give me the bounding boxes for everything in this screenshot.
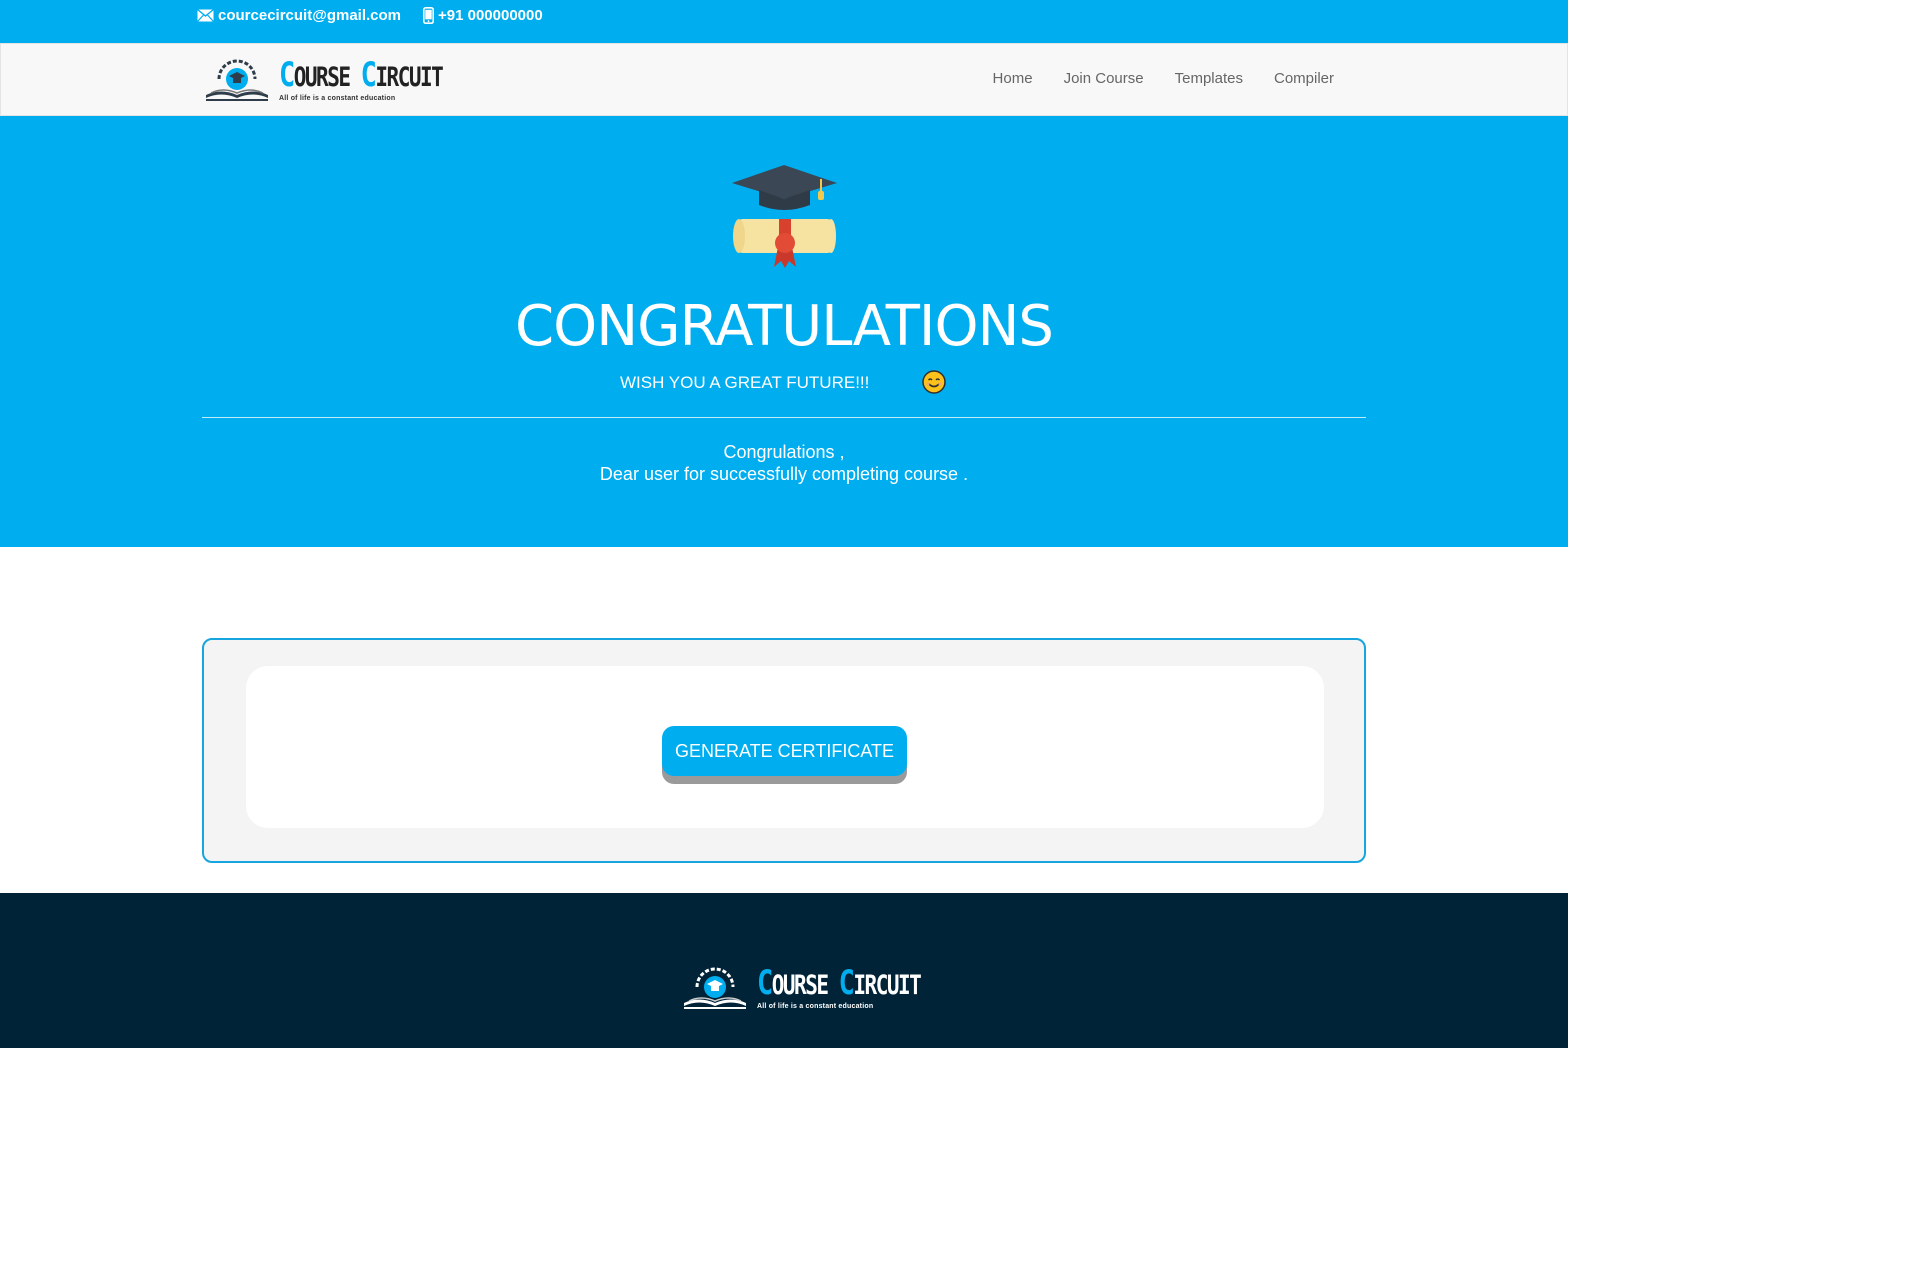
hero-message-line-2: Dear user for successfully completing co… (599, 464, 969, 484)
site-logo[interactable]: COURSE CIRCUIT All of life is a constant… (203, 57, 444, 110)
logo-name: COURSE CIRCUIT (279, 55, 444, 95)
mail-icon (197, 9, 214, 22)
nav-templates[interactable]: Templates (1175, 70, 1243, 87)
contact-email[interactable]: courcecircuit@gmail.com (197, 7, 401, 24)
logo-tagline: All of life is a constant education (279, 95, 396, 102)
footer-logo-tagline: All of life is a constant education (757, 1003, 874, 1010)
hero-message: Congrulations , Dear user for successful… (0, 441, 1568, 485)
hero-message-line-1: Congrulations , (723, 442, 845, 462)
logo-emblem-icon (203, 57, 271, 110)
footer: COURSE CIRCUIT All of life is a constant… (0, 893, 1568, 1048)
logo-text: COURSE CIRCUIT All of life is a constant… (279, 58, 444, 102)
graduation-cap-icon (731, 163, 837, 274)
diploma-icon (733, 219, 836, 268)
page-title: CONGRATULATIONS (515, 294, 1054, 359)
nav-home[interactable]: Home (993, 70, 1033, 87)
smiley-icon (922, 370, 946, 399)
contact-phone-text: +91 000000000 (438, 7, 543, 24)
phone-icon (423, 7, 434, 24)
nav-join-course[interactable]: Join Course (1064, 70, 1144, 87)
hero-divider (202, 417, 1366, 418)
certificate-panel: GENERATE CERTIFICATE (202, 638, 1366, 863)
main-nav: Home Join Course Templates Compiler (962, 70, 1334, 87)
certificate-panel-inner: GENERATE CERTIFICATE (246, 666, 1324, 828)
footer-logo-text: COURSE CIRCUIT All of life is a constant… (757, 966, 922, 1010)
contact-phone[interactable]: +91 000000000 (423, 7, 543, 24)
nav-compiler[interactable]: Compiler (1274, 70, 1334, 87)
contact-email-text: courcecircuit@gmail.com (218, 7, 402, 24)
navbar: COURSE CIRCUIT All of life is a constant… (0, 43, 1568, 116)
footer-logo-name: COURSE CIRCUIT (757, 963, 922, 1003)
contact-bar: courcecircuit@gmail.com +91 000000000 (0, 0, 1568, 43)
generate-certificate-button[interactable]: GENERATE CERTIFICATE (662, 726, 907, 776)
footer-logo[interactable]: COURSE CIRCUIT All of life is a constant… (681, 965, 922, 1018)
hero-subtitle: WISH YOU A GREAT FUTURE!!! (620, 373, 870, 392)
congratulations-hero: CONGRATULATIONS WISH YOU A GREAT FUTURE!… (0, 116, 1568, 547)
logo-emblem-icon (681, 965, 749, 1018)
